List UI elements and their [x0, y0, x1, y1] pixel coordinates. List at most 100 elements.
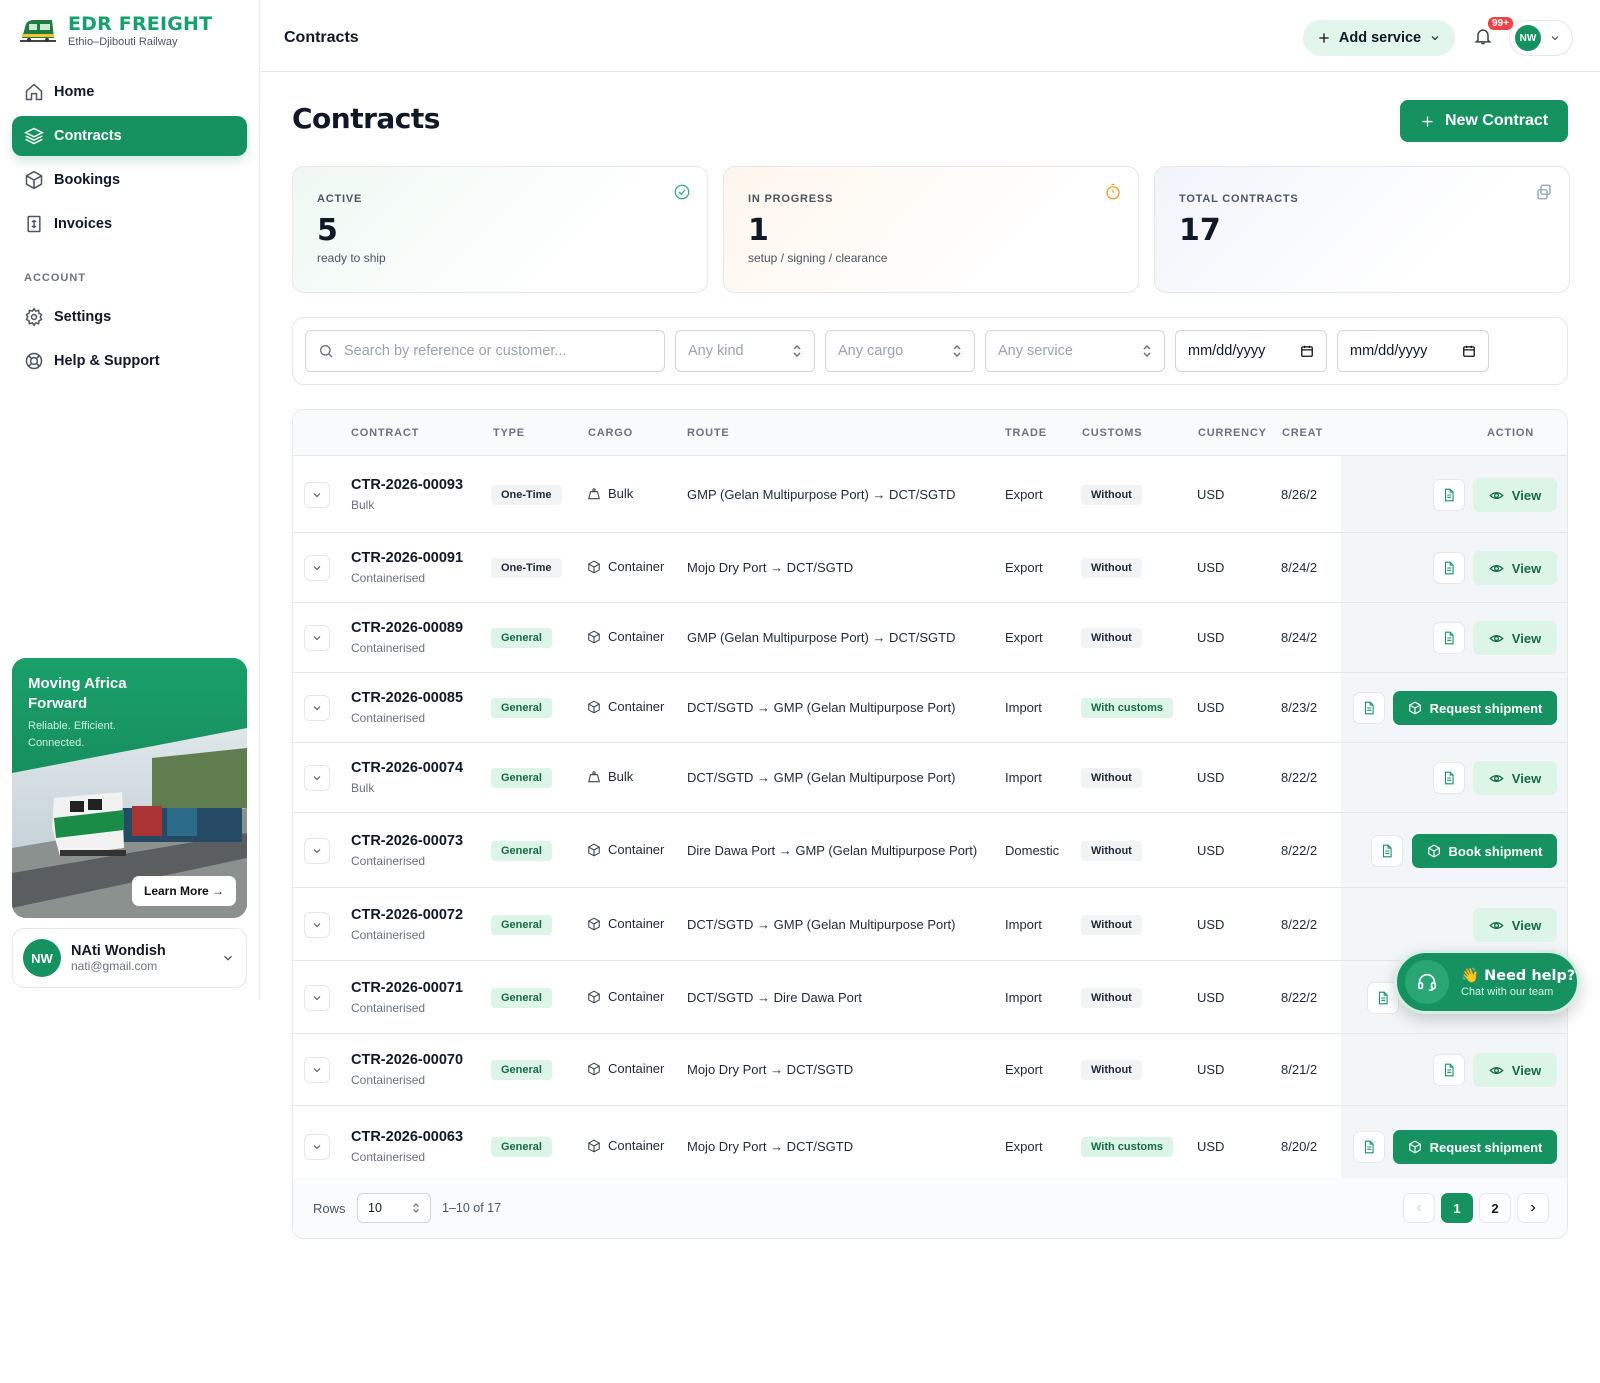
- column-header[interactable]: CURRENCY: [1198, 427, 1267, 439]
- eye-icon: [1489, 774, 1504, 782]
- table-row[interactable]: CTR-2026-00071 Containerised General Contai…: [293, 961, 1567, 1034]
- table-row[interactable]: CTR-2026-00089 Containerised General Contai…: [293, 603, 1567, 673]
- sidebar-item-help[interactable]: Help & Support: [12, 341, 247, 381]
- sidebar-item-settings[interactable]: Settings: [12, 297, 247, 337]
- document-button[interactable]: [1353, 692, 1385, 724]
- expand-row-button[interactable]: [304, 695, 330, 721]
- table-row[interactable]: CTR-2026-00073 Containerised General Contai…: [293, 813, 1567, 888]
- add-service-button[interactable]: Add service: [1303, 20, 1455, 56]
- stat-value: 5: [317, 213, 338, 248]
- document-button[interactable]: [1353, 1131, 1385, 1163]
- column-header[interactable]: CREAT: [1282, 427, 1323, 439]
- new-contract-button[interactable]: New Contract: [1400, 100, 1568, 142]
- contract-ref[interactable]: CTR-2026-00074: [351, 760, 463, 776]
- date-from-input[interactable]: mm/dd/yyyy: [1175, 330, 1327, 372]
- column-header[interactable]: TYPE: [493, 427, 525, 439]
- next-page-button[interactable]: [1517, 1193, 1549, 1223]
- rows-per-page-select[interactable]: 10: [357, 1193, 431, 1223]
- expand-row-button[interactable]: [304, 625, 330, 651]
- search-input[interactable]: Search by reference or customer...: [305, 330, 665, 372]
- expand-row-button[interactable]: [304, 482, 330, 508]
- route-cell: DCT/SGTD → Dire Dawa Port: [687, 990, 862, 1005]
- cargo-cell: Container: [587, 1061, 664, 1076]
- expand-row-button[interactable]: [304, 1057, 330, 1083]
- document-button[interactable]: [1433, 622, 1465, 654]
- avatar: NW: [1515, 25, 1541, 51]
- table-row[interactable]: CTR-2026-00093 Bulk One-Time Bulk GMP (Gelan…: [293, 456, 1567, 533]
- request-shipment-button[interactable]: Request shipment: [1393, 691, 1557, 725]
- table-header: CONTRACT TYPE CARGO ROUTE TRADE CUSTOMS …: [293, 410, 1567, 456]
- calendar-icon: [1301, 345, 1313, 357]
- user-card[interactable]: NW NAti Wondish nati@gmail.com: [12, 928, 247, 988]
- contract-ref[interactable]: CTR-2026-00085: [351, 690, 463, 706]
- expand-row-button[interactable]: [304, 912, 330, 938]
- sidebar-item-home[interactable]: Home: [12, 72, 247, 112]
- table-row[interactable]: CTR-2026-00070 Containerised General Contai…: [293, 1034, 1567, 1106]
- sidebar-item-contracts[interactable]: Contracts: [12, 116, 247, 156]
- view-button[interactable]: View: [1473, 478, 1557, 512]
- book-shipment-button[interactable]: Book shipment: [1412, 834, 1557, 868]
- prev-page-button[interactable]: [1403, 1193, 1435, 1223]
- expand-row-button[interactable]: [304, 1134, 330, 1160]
- document-button[interactable]: [1433, 552, 1465, 584]
- view-button[interactable]: View: [1473, 551, 1557, 585]
- column-header[interactable]: CARGO: [588, 427, 633, 439]
- cargo-select[interactable]: Any cargo: [825, 330, 975, 372]
- brand-logo[interactable]: EDR FREIGHT Ethio–Djibouti Railway: [20, 14, 212, 48]
- table-row[interactable]: CTR-2026-00091 Containerised One-Time Conta…: [293, 533, 1567, 603]
- expand-row-button[interactable]: [304, 765, 330, 791]
- document-button[interactable]: [1433, 762, 1465, 794]
- help-title: 👋 Need help?: [1461, 967, 1576, 984]
- date-from-value: mm/dd/yyyy: [1188, 343, 1266, 359]
- contract-ref[interactable]: CTR-2026-00071: [351, 980, 463, 996]
- page-button-1[interactable]: 1: [1441, 1193, 1473, 1223]
- request-shipment-label: Request shipment: [1429, 700, 1543, 716]
- contract-ref[interactable]: CTR-2026-00093: [351, 477, 463, 493]
- contract-ref[interactable]: CTR-2026-00072: [351, 907, 463, 923]
- column-header[interactable]: ROUTE: [687, 427, 730, 439]
- plus-icon: [1422, 116, 1433, 126]
- request-shipment-button[interactable]: Request shipment: [1393, 1130, 1557, 1164]
- table-row[interactable]: CTR-2026-00085 Containerised General Contai…: [293, 673, 1567, 743]
- document-button[interactable]: [1433, 479, 1465, 511]
- section-label-account: ACCOUNT: [24, 272, 86, 284]
- contract-ref[interactable]: CTR-2026-00091: [351, 550, 463, 566]
- contract-sub: Containerised: [351, 928, 426, 942]
- table-row[interactable]: CTR-2026-00072 Containerised General Contai…: [293, 888, 1567, 961]
- contract-ref[interactable]: CTR-2026-00073: [351, 833, 463, 849]
- column-header[interactable]: ACTION: [1487, 427, 1534, 439]
- date-to-input[interactable]: mm/dd/yyyy: [1337, 330, 1489, 372]
- sidebar-item-invoices[interactable]: Invoices: [12, 204, 247, 244]
- search-placeholder: Search by reference or customer...: [344, 343, 567, 359]
- topbar: Contracts Add service 99+ NW: [261, 0, 1600, 72]
- document-button[interactable]: [1371, 835, 1403, 867]
- view-button[interactable]: View: [1473, 908, 1557, 942]
- chevron-down-icon: [313, 1068, 321, 1073]
- table-row[interactable]: CTR-2026-00063 Containerised General Contai…: [293, 1106, 1567, 1188]
- service-select[interactable]: Any service: [985, 330, 1165, 372]
- view-button[interactable]: View: [1473, 761, 1557, 795]
- document-button[interactable]: [1433, 1054, 1465, 1086]
- help-chat-widget[interactable]: 👋 Need help? Chat with our team: [1394, 950, 1580, 1014]
- contract-ref[interactable]: CTR-2026-00089: [351, 620, 463, 636]
- expand-row-button[interactable]: [304, 838, 330, 864]
- view-button[interactable]: View: [1473, 1053, 1557, 1087]
- route-cell: GMP (Gelan Multipurpose Port) → DCT/SGTD: [687, 487, 956, 502]
- contract-ref[interactable]: CTR-2026-00070: [351, 1052, 463, 1068]
- view-button[interactable]: View: [1473, 621, 1557, 655]
- view-button-label: View: [1511, 630, 1542, 646]
- learn-more-button[interactable]: Learn More →: [132, 876, 236, 906]
- expand-row-button[interactable]: [304, 985, 330, 1011]
- stat-value: 1: [748, 213, 769, 248]
- currency-cell: USD: [1197, 990, 1225, 1005]
- table-row[interactable]: CTR-2026-00074 Bulk General Bulk DCT/SGTD → …: [293, 743, 1567, 813]
- user-menu[interactable]: NW: [1509, 20, 1573, 56]
- column-header[interactable]: CUSTOMS: [1082, 427, 1142, 439]
- expand-row-button[interactable]: [304, 555, 330, 581]
- column-header[interactable]: CONTRACT: [351, 427, 419, 439]
- contract-ref[interactable]: CTR-2026-00063: [351, 1129, 463, 1145]
- column-header[interactable]: TRADE: [1005, 427, 1047, 439]
- kind-select[interactable]: Any kind: [675, 330, 815, 372]
- sidebar-item-bookings[interactable]: Bookings: [12, 160, 247, 200]
- page-button-2[interactable]: 2: [1479, 1193, 1511, 1223]
